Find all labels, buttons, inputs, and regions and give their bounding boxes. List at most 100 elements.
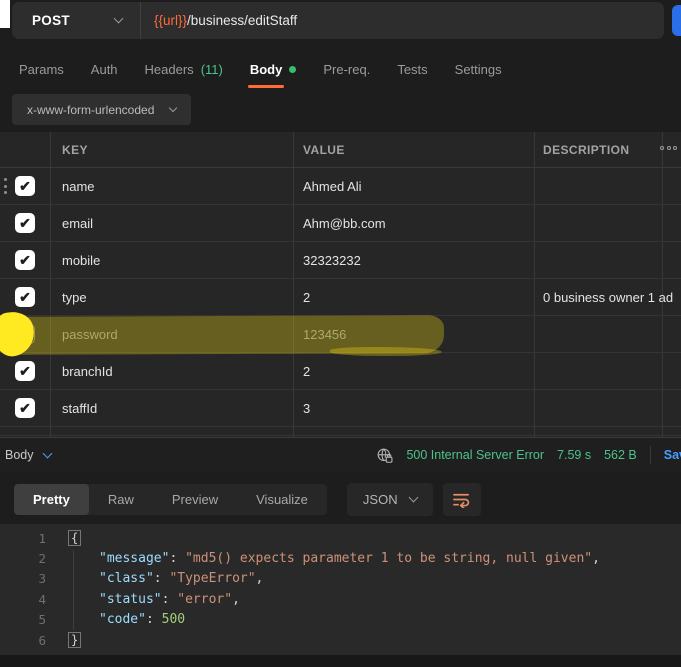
tab-params[interactable]: Params — [19, 62, 64, 77]
row-select-cell: ✔ — [0, 213, 50, 233]
row-select-cell: ✔ — [0, 361, 50, 381]
request-tabs: Params Auth Headers(11) Body Pre-req. Tests Se… — [19, 57, 502, 81]
send-button[interactable] — [672, 5, 681, 36]
cell-key-email[interactable]: email — [50, 216, 293, 231]
tab-tests[interactable]: Tests — [397, 62, 427, 77]
checkbox-check-icon: ✔ — [19, 216, 31, 230]
table-row-branchId: ✔ branchId2 — [0, 353, 681, 390]
cell-value-type[interactable]: 2 — [293, 290, 534, 305]
tab-label: Settings — [455, 62, 502, 77]
response-view-tabs: PrettyRawPreviewVisualize — [14, 484, 327, 515]
view-tab-visualize[interactable]: Visualize — [237, 484, 327, 515]
response-toolbar: PrettyRawPreviewVisualize JSON — [14, 483, 481, 516]
row-select-cell: ✔ — [0, 287, 50, 307]
view-tab-pretty[interactable]: Pretty — [14, 484, 89, 515]
cell-key-name[interactable]: name — [50, 179, 293, 194]
cell-key-branchId[interactable]: branchId — [50, 364, 293, 379]
table-row-mobile: ✔ mobile32323232 — [0, 242, 681, 279]
row-checkbox-type[interactable]: ✔ — [15, 287, 35, 307]
tab-headers[interactable]: Headers(11) — [145, 62, 223, 77]
response-stats: 500 Internal Server Error 7.59 s 562 B S… — [376, 446, 681, 464]
row-select-cell: ✔ — [0, 176, 50, 196]
key-column-header: KEY — [50, 143, 293, 157]
row-checkbox-email[interactable]: ✔ — [15, 213, 35, 233]
body-type-dropdown[interactable]: x-www-form-urlencoded — [12, 94, 191, 125]
code-line-5: 5"code": 500 — [0, 610, 681, 630]
tab-settings[interactable]: Settings — [455, 62, 502, 77]
network-globe-lock-icon — [376, 447, 393, 464]
method-dropdown[interactable]: POST — [12, 2, 140, 39]
table-row-type: ✔ type20 business owner 1 ad — [0, 279, 681, 316]
checkbox-check-icon: ✔ — [19, 401, 31, 415]
format-label: JSON — [363, 492, 398, 507]
chevron-down-icon — [114, 14, 124, 24]
view-tab-preview[interactable]: Preview — [153, 484, 237, 515]
url-variable: {{url}} — [154, 13, 187, 28]
row-checkbox-mobile[interactable]: ✔ — [15, 250, 35, 270]
code-line-2: 2"message": "md5() expects parameter 1 t… — [0, 548, 681, 568]
response-size: 562 B — [604, 448, 637, 462]
tab-body[interactable]: Body — [250, 62, 297, 77]
row-select-cell: ✔ — [0, 398, 50, 418]
response-body-viewer[interactable]: 1{2"message": "md5() expects parameter 1… — [0, 524, 681, 655]
tab-label: Body — [250, 62, 283, 77]
cell-key-staffId[interactable]: staffId — [50, 401, 293, 416]
cell-value-email[interactable]: Ahm@bb.com — [293, 216, 534, 231]
tab-label: Headers — [145, 62, 194, 77]
bottom-strip — [0, 655, 681, 667]
unsaved-dot-icon — [289, 66, 296, 73]
response-body-dropdown[interactable]: Body — [5, 448, 51, 462]
cell-value-mobile[interactable]: 32323232 — [293, 253, 534, 268]
row-checkbox-password[interactable] — [15, 324, 35, 344]
table-row-password: password123456 — [0, 316, 681, 353]
cell-key-mobile[interactable]: mobile — [50, 253, 293, 268]
table-row-empty-partial — [0, 427, 681, 436]
value-column-header: VALUE — [293, 143, 534, 157]
wrap-text-button[interactable] — [443, 483, 481, 516]
body-type-label: x-www-form-urlencoded — [27, 103, 154, 117]
code-text: "status": "error", — [46, 592, 240, 607]
cell-value-branchId[interactable]: 2 — [293, 364, 534, 379]
code-lines: 1{2"message": "md5() expects parameter 1… — [0, 528, 681, 650]
table-row-name: ✔ nameAhmed Ali — [0, 168, 681, 205]
url-path: /business/editStaff — [187, 13, 297, 28]
code-text: { — [46, 531, 81, 546]
cell-value-staffId[interactable]: 3 — [293, 401, 534, 416]
form-rows: ✔nameAhmed Ali✔emailAhm@bb.com✔mobile323… — [0, 168, 681, 436]
line-number: 6 — [0, 633, 46, 648]
response-body-label: Body — [5, 448, 34, 462]
tab-label: Params — [19, 62, 64, 77]
chevron-down-icon — [408, 493, 418, 503]
form-data-table: KEY VALUE DESCRIPTION ✔ nameAhmed Ali ✔ ema… — [0, 132, 681, 437]
drag-handle-icon[interactable] — [0, 178, 7, 194]
cell-key-type[interactable]: type — [50, 290, 293, 305]
row-checkbox-name[interactable]: ✔ — [15, 176, 35, 196]
page-background-corner — [0, 0, 10, 28]
cell-description-type[interactable]: 0 business owner 1 ad — [534, 290, 681, 305]
cell-key-password[interactable]: password — [50, 327, 293, 342]
line-number: 4 — [0, 592, 46, 607]
form-table-header: KEY VALUE DESCRIPTION — [0, 132, 681, 168]
row-checkbox-branchId[interactable]: ✔ — [15, 361, 35, 381]
divider — [650, 446, 651, 464]
url-input[interactable]: {{url}}/business/editStaff — [141, 13, 297, 28]
tab-label: Pre-req. — [323, 62, 370, 77]
tab-auth[interactable]: Auth — [91, 62, 118, 77]
table-row-email: ✔ emailAhm@bb.com — [0, 205, 681, 242]
row-select-cell: ✔ — [0, 250, 50, 270]
save-response-button[interactable]: Sav — [664, 448, 681, 462]
line-number: 5 — [0, 612, 46, 627]
cell-value-password[interactable]: 123456 — [293, 327, 534, 342]
indent-guide — [73, 550, 74, 630]
method-label: POST — [32, 13, 70, 28]
code-text: } — [46, 633, 81, 648]
format-dropdown[interactable]: JSON — [347, 483, 433, 516]
row-checkbox-staffId[interactable]: ✔ — [15, 398, 35, 418]
checkbox-check-icon: ✔ — [19, 179, 31, 193]
chevron-down-icon — [42, 448, 52, 458]
table-row-staffId: ✔ staffId3 — [0, 390, 681, 427]
tab-pre-req[interactable]: Pre-req. — [323, 62, 370, 77]
view-tab-raw[interactable]: Raw — [89, 484, 153, 515]
cell-value-name[interactable]: Ahmed Ali — [293, 179, 534, 194]
checkbox-check-icon: ✔ — [19, 364, 31, 378]
